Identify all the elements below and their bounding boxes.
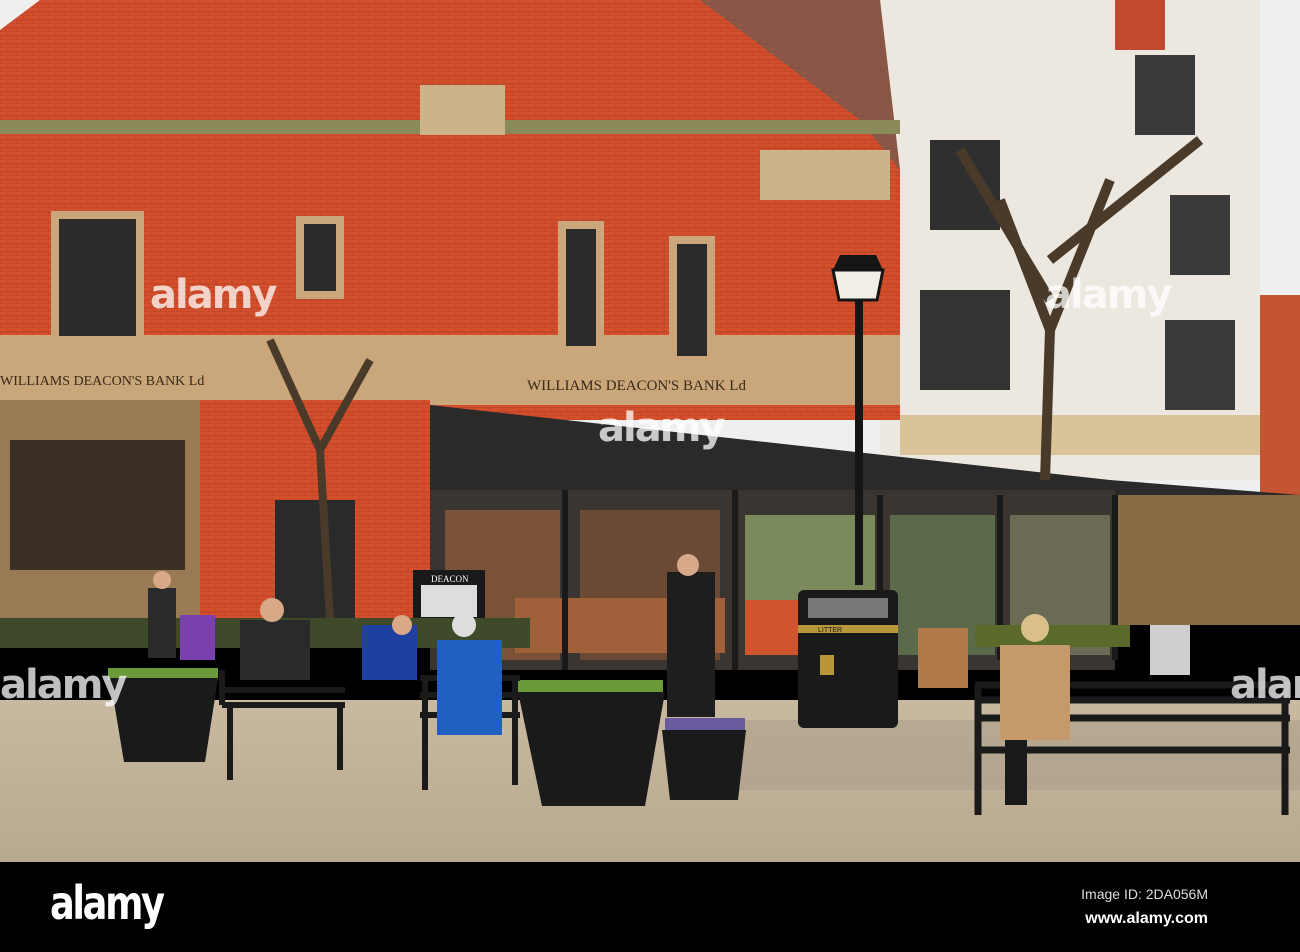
menu-board: DEACON bbox=[413, 570, 485, 620]
menu-board-label: DEACON bbox=[431, 574, 469, 584]
watermark-bottom-right: alamy bbox=[1230, 662, 1300, 708]
watermark-right: alamy bbox=[1045, 272, 1172, 318]
footer-bar: alamy Image ID: 2DA056M www.alamy.com bbox=[0, 862, 1300, 952]
alamy-logo: alamy bbox=[50, 876, 165, 930]
image-id: Image ID: 2DA056M bbox=[1081, 886, 1208, 902]
planter-small bbox=[662, 718, 746, 800]
watermark-left: alamy bbox=[150, 272, 277, 318]
bin-label: LITTER bbox=[818, 627, 842, 634]
tudor-building bbox=[880, 0, 1300, 495]
planter-center bbox=[518, 680, 665, 806]
stock-photo: WILLIAMS DEACON'S BANK Ld WILLIAMS DEACO… bbox=[0, 0, 1300, 952]
watermark-center: alamy bbox=[598, 405, 725, 451]
watermark-bottom-left: alamy bbox=[0, 662, 127, 708]
bank-sign-main: WILLIAMS DEACON'S BANK Ld bbox=[527, 378, 746, 394]
site-url: www.alamy.com bbox=[1085, 910, 1208, 927]
litter-bin: LITTER bbox=[798, 590, 898, 728]
hedge-right bbox=[975, 625, 1130, 647]
bank-sign-left: WILLIAMS DEACON'S BANK Ld bbox=[0, 374, 204, 389]
